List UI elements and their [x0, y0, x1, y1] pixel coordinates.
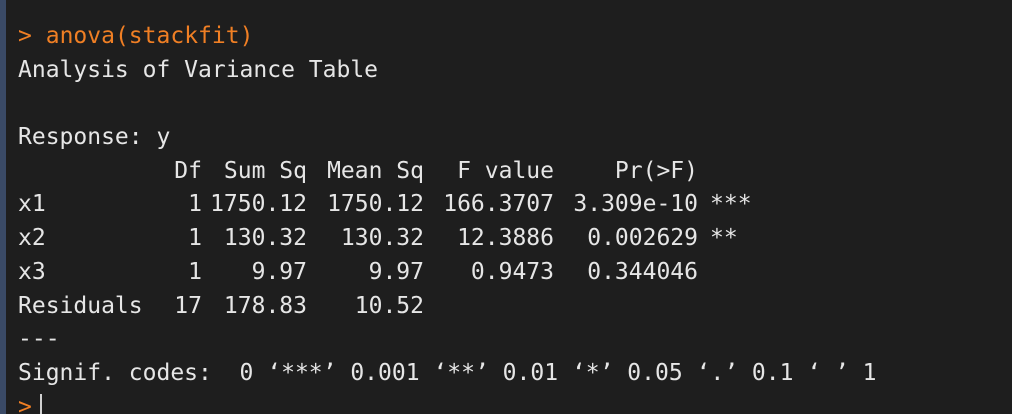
- cell-df: 1: [188, 258, 202, 285]
- cell-df: 1: [188, 191, 202, 218]
- cell-sumsq: 178.83: [223, 292, 307, 319]
- cell-df: 1: [188, 225, 202, 252]
- table-body: x1 1 1750.12 1750.12 166.3707 3.309e-10 *** x2 1…: [18, 188, 877, 323]
- header-df: Df: [174, 157, 202, 184]
- cell-sumsq: 1750.12: [210, 191, 307, 218]
- cell-signif: ***: [710, 191, 752, 218]
- cell-pr: 0.344046: [587, 258, 698, 285]
- table-row: x1 1 1750.12 1750.12 166.3707 3.309e-10 ***: [18, 188, 877, 222]
- anova-table: Df Sum Sq Mean Sq F value Pr(>F) x1 1 1750…: [18, 155, 877, 323]
- r-console[interactable]: > anova(stackfit) Analysis of Variance T…: [0, 0, 1012, 414]
- row-name: x3: [18, 258, 46, 285]
- cell-signif: **: [710, 225, 738, 252]
- row-name: x1: [18, 191, 46, 218]
- cell-meansq: 130.32: [340, 225, 424, 252]
- next-prompt-line[interactable]: >: [18, 391, 877, 414]
- header-pr: Pr(>F): [614, 157, 698, 184]
- cell-sumsq: 130.32: [223, 225, 307, 252]
- row-name: Residuals: [18, 292, 143, 319]
- signif-codes-line: Signif. codes: 0 ‘***’ 0.001 ‘**’ 0.01 ‘…: [18, 359, 877, 386]
- header-fvalue: F value: [457, 157, 554, 184]
- command-text: anova(stackfit): [45, 23, 254, 49]
- cell-fvalue: 0.9473: [470, 258, 554, 285]
- table-row: x3 1 9.97 9.97 0.9473 0.344046: [18, 256, 877, 290]
- next-prompt-symbol: >: [18, 393, 32, 414]
- anova-title: Analysis of Variance Table: [18, 56, 379, 83]
- header-meansq: Mean Sq: [327, 157, 424, 184]
- header-sumsq: Sum Sq: [223, 157, 307, 184]
- cell-fvalue: 12.3886: [457, 225, 554, 252]
- console-output: > anova(stackfit) Analysis of Variance T…: [18, 20, 877, 414]
- cell-sumsq: 9.97: [251, 258, 307, 285]
- prompt-symbol: >: [18, 23, 32, 49]
- separator-line: ---: [18, 326, 60, 353]
- cell-meansq: 10.52: [354, 292, 424, 319]
- cell-meansq: 1750.12: [327, 191, 424, 218]
- table-row: Residuals 17 178.83 10.52: [18, 290, 877, 324]
- table-header: Df Sum Sq Mean Sq F value Pr(>F): [18, 155, 877, 189]
- text-cursor: [39, 393, 42, 414]
- cell-pr: 0.002629: [587, 225, 698, 252]
- cell-pr: 3.309e-10: [573, 191, 698, 218]
- response-line: Response: y: [18, 124, 171, 151]
- table-row: x2 1 130.32 130.32 12.3886 0.002629 **: [18, 222, 877, 256]
- row-name: x2: [18, 225, 46, 252]
- cell-df: 17: [174, 292, 202, 319]
- command-line: > anova(stackfit): [18, 20, 877, 54]
- cell-meansq: 9.97: [368, 258, 424, 285]
- cell-fvalue: 166.3707: [443, 191, 554, 218]
